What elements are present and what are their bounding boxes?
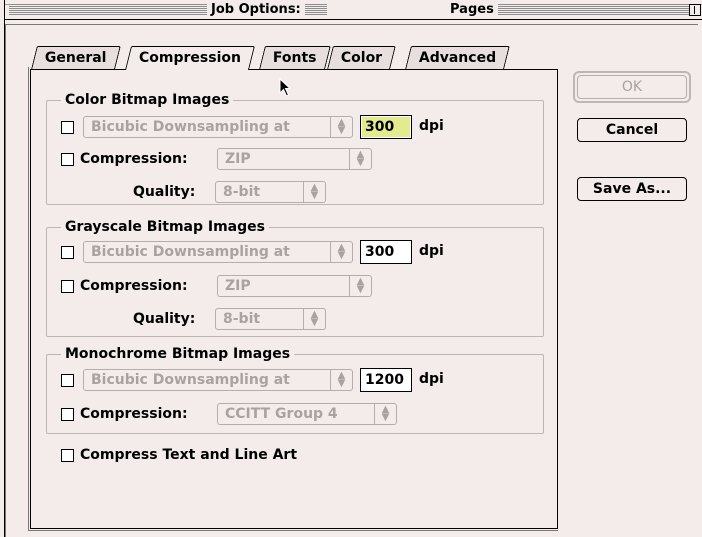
group-title-monochrome-bitmap: Monochrome Bitmap Images [61, 345, 295, 363]
updown-arrow-icon: ▲ ▼ [330, 242, 352, 262]
mono-downsampling-checkbox[interactable] [61, 373, 74, 387]
tab-compression[interactable]: Compression [125, 46, 255, 70]
color-downsampling-checkbox[interactable] [61, 120, 74, 134]
updown-arrow-icon: ▲ ▼ [349, 149, 371, 169]
gray-quality-popup[interactable]: 8-bit ▲ ▼ [215, 308, 326, 330]
color-downsampling-row: Bicubic Downsampling at ▲ ▼ [61, 116, 353, 138]
window-title-pages: Pages [446, 2, 498, 18]
color-dpi-field[interactable]: 300 [360, 115, 412, 139]
gray-compression-value: ZIP [225, 278, 251, 294]
collapse-box-icon[interactable] [689, 4, 701, 16]
title-bar[interactable]: Job Options: Pages [5, 0, 702, 20]
gray-downsampling-value: Bicubic Downsampling at [91, 244, 290, 260]
mono-compression-row: Compression: CCITT Group 4 ▲ ▼ [61, 403, 397, 425]
cancel-button[interactable]: Cancel [577, 118, 687, 142]
gray-compression-row: Compression: ZIP ▲ ▼ [61, 275, 372, 297]
gray-downsampling-checkbox[interactable] [61, 245, 74, 259]
mono-dpi-field[interactable]: 1200 [360, 368, 412, 392]
gray-dpi-unit: dpi [419, 243, 444, 259]
tab-general[interactable]: General [31, 46, 121, 69]
updown-arrow-icon: ▲ ▼ [303, 182, 325, 202]
gray-compression-checkbox[interactable] [61, 279, 74, 293]
color-compression-row: Compression: ZIP ▲ ▼ [61, 148, 372, 170]
updown-arrow-icon: ▲ ▼ [330, 370, 352, 390]
color-quality-label: Quality: [133, 184, 196, 200]
gray-quality-label: Quality: [133, 311, 196, 327]
mono-compression-popup[interactable]: CCITT Group 4 ▲ ▼ [217, 403, 397, 425]
mono-compression-value: CCITT Group 4 [225, 406, 338, 422]
window-title: Job Options: [207, 2, 305, 18]
save-as-button[interactable]: Save As... [577, 177, 687, 201]
mono-downsampling-row: Bicubic Downsampling at ▲ ▼ [61, 369, 353, 391]
gray-quality-value: 8-bit [223, 311, 261, 327]
color-dpi-unit: dpi [419, 118, 444, 134]
gray-compression-label: Compression: [80, 278, 188, 294]
color-compression-value: ZIP [225, 151, 251, 167]
gray-dpi-field[interactable]: 300 [360, 240, 412, 264]
updown-arrow-icon: ▲ ▼ [349, 276, 371, 296]
color-downsampling-popup[interactable]: Bicubic Downsampling at ▲ ▼ [83, 116, 353, 138]
title-gap [327, 2, 446, 18]
tab-fonts-label: Fonts [272, 50, 317, 66]
mono-downsampling-popup[interactable]: Bicubic Downsampling at ▲ ▼ [83, 369, 353, 391]
mono-downsampling-value: Bicubic Downsampling at [91, 372, 290, 388]
compress-text-label: Compress Text and Line Art [80, 447, 298, 463]
group-title-grayscale-bitmap: Grayscale Bitmap Images [61, 218, 269, 236]
tab-general-label: General [44, 50, 107, 66]
tab-color[interactable]: Color [327, 46, 397, 69]
group-title-color-bitmap: Color Bitmap Images [61, 91, 234, 109]
gray-downsampling-popup[interactable]: Bicubic Downsampling at ▲ ▼ [83, 241, 353, 263]
color-compression-label: Compression: [80, 151, 188, 167]
ok-button[interactable]: OK [577, 75, 687, 99]
tab-compression-label: Compression [139, 50, 241, 66]
updown-arrow-icon: ▲ ▼ [374, 404, 396, 424]
color-quality-popup[interactable]: 8-bit ▲ ▼ [215, 181, 326, 203]
color-compression-checkbox[interactable] [61, 152, 74, 166]
tab-advanced-label: Advanced [418, 50, 497, 66]
tab-fonts[interactable]: Fonts [259, 46, 331, 69]
tab-color-label: Color [340, 50, 383, 66]
updown-arrow-icon: ▲ ▼ [330, 117, 352, 137]
compress-text-row: Compress Text and Line Art [61, 444, 297, 466]
tab-advanced[interactable]: Advanced [405, 46, 511, 69]
color-downsampling-value: Bicubic Downsampling at [91, 119, 290, 135]
gray-downsampling-row: Bicubic Downsampling at ▲ ▼ [61, 241, 353, 263]
color-compression-popup[interactable]: ZIP ▲ ▼ [217, 148, 372, 170]
compress-text-checkbox[interactable] [61, 448, 74, 462]
mouse-cursor-icon [279, 78, 292, 97]
gray-compression-popup[interactable]: ZIP ▲ ▼ [217, 275, 372, 297]
color-quality-value: 8-bit [223, 184, 261, 200]
updown-arrow-icon: ▲ ▼ [303, 309, 325, 329]
gray-quality-row: Quality: 8-bit ▲ ▼ [133, 308, 326, 330]
mono-compression-checkbox[interactable] [61, 407, 74, 421]
color-quality-row: Quality: 8-bit ▲ ▼ [133, 181, 326, 203]
mono-dpi-unit: dpi [419, 371, 444, 387]
mono-compression-label: Compression: [80, 406, 188, 422]
